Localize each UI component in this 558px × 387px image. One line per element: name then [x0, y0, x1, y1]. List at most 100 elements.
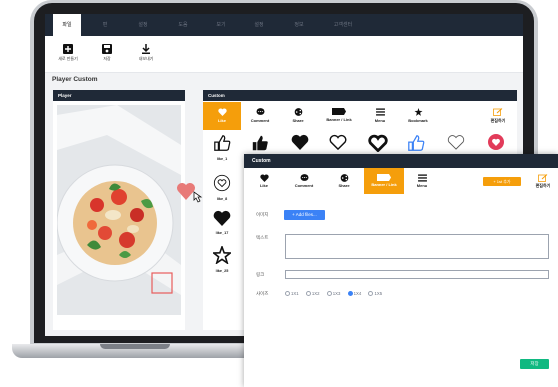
edit-label: 편집하기 — [490, 118, 506, 123]
tab-file[interactable]: 파일 — [53, 14, 81, 36]
player-header: Player — [53, 90, 185, 101]
icon-like-25-label: like_25 — [215, 269, 229, 273]
category-like-label: Like — [217, 118, 226, 123]
editor-banner-label: Banner / Link — [371, 182, 397, 187]
editor-edit-label: 편집하기 — [535, 183, 551, 188]
floppy-icon — [102, 44, 112, 54]
comment-icon — [300, 174, 308, 181]
edit-icon — [493, 108, 503, 116]
size-options: 1X1 1X2 1X3 1X4 1X5 — [285, 291, 388, 297]
image-label: 이미지 — [256, 212, 269, 217]
tab-5[interactable]: 보기 — [207, 14, 235, 36]
player-panel: Player — [53, 90, 185, 330]
link-label: 링크 — [256, 272, 265, 277]
heart-filled-icon — [291, 134, 309, 150]
laptop-notch — [100, 344, 170, 349]
size-option-1x3[interactable]: 1X3 — [326, 291, 340, 297]
link-input[interactable] — [285, 270, 549, 279]
tab-7[interactable]: 정보 — [285, 14, 313, 36]
size-label: 사이즈 — [256, 291, 269, 296]
editor-category-like[interactable]: Like — [246, 168, 282, 194]
menu-icon — [375, 108, 385, 116]
text-input[interactable] — [285, 234, 549, 259]
section-title: Player Custom — [52, 76, 98, 83]
heart-circle-icon — [488, 134, 504, 150]
dragged-heart-icon — [177, 183, 203, 203]
icon-like-17-label: like_17 — [215, 231, 229, 235]
banner-icon — [332, 108, 346, 115]
heart-outline-icon — [329, 134, 347, 151]
category-share[interactable]: Share — [279, 102, 317, 130]
star-icon — [414, 108, 422, 116]
heart-solid-icon — [213, 210, 231, 226]
size-option-1x1[interactable]: 1X1 — [285, 291, 299, 297]
comment-icon — [256, 108, 264, 115]
editor-category-share[interactable]: Share — [326, 168, 362, 194]
heart-ring-icon — [213, 174, 231, 192]
size-option-1x4[interactable]: 1X4 — [347, 291, 361, 297]
editor-comment-label: Comment — [294, 183, 314, 188]
editor-category-menu[interactable]: Menu — [404, 168, 440, 194]
category-menu[interactable]: Menu — [361, 102, 399, 130]
category-bookmark[interactable]: Bookmark — [399, 102, 437, 130]
category-bookmark-label: Bookmark — [408, 118, 428, 123]
category-like[interactable]: Like — [203, 102, 241, 130]
icon-like-8b[interactable]: like_8 — [205, 174, 239, 210]
text-label: 텍스트 — [256, 235, 269, 240]
size-option-1x2[interactable]: 1X2 — [305, 291, 320, 297]
tab-4[interactable]: 도움 — [169, 14, 197, 36]
save-button[interactable]: 저장 — [520, 359, 549, 369]
save-label: 저장 — [103, 56, 111, 61]
custom-header: Custom — [203, 90, 517, 101]
editor-menu-label: Menu — [416, 183, 428, 188]
editor-like-label: Like — [259, 183, 268, 188]
editor-edit-button[interactable]: 편집하기 — [528, 168, 558, 194]
category-share-label: Share — [292, 118, 304, 123]
icon-like-17[interactable]: like_17 — [205, 210, 239, 246]
banner-icon — [377, 174, 391, 181]
food-photo — [57, 105, 181, 315]
icon-like-8-label: like_8 — [216, 197, 228, 201]
heart-bold-outline-icon — [368, 134, 388, 153]
add-item-button[interactable]: + 1st 추가 — [483, 177, 521, 186]
editor-header: Custom — [244, 154, 558, 168]
menu-icon — [417, 174, 427, 182]
heart-icon — [259, 174, 269, 182]
tab-2[interactable]: 편 — [91, 14, 119, 36]
tab-8[interactable]: 고객센터 — [323, 14, 363, 36]
share-icon — [294, 108, 302, 116]
tab-3[interactable]: 설정 — [129, 14, 157, 36]
star-outline-icon — [211, 244, 233, 265]
icon-like-25[interactable]: like_25 — [205, 244, 239, 282]
download-icon — [142, 44, 150, 54]
category-banner-label: Banner / Link — [326, 117, 352, 122]
category-banner[interactable]: Banner / Link — [317, 102, 361, 130]
editor-category-banner[interactable]: Banner / Link — [364, 168, 404, 194]
category-menu-label: Menu — [374, 118, 386, 123]
size-option-1x5[interactable]: 1X5 — [368, 291, 382, 297]
plus-icon — [63, 44, 73, 54]
icon-like-1-label: like_1 — [216, 157, 228, 161]
editor-share-label: Share — [338, 183, 350, 188]
heart-icon — [217, 108, 227, 116]
category-comment-label: Comment — [250, 118, 270, 123]
heart-thin-icon — [447, 135, 465, 150]
category-comment[interactable]: Comment — [241, 102, 279, 130]
custom-editor-window: Custom Like Comment Share Banner / Link … — [244, 154, 558, 387]
new-label: 새로 만들기 — [58, 56, 78, 61]
thumbs-up-outline-icon — [214, 135, 231, 151]
export-button[interactable]: 내보내기 — [129, 42, 163, 68]
share-icon — [340, 174, 348, 182]
new-button[interactable]: 새로 만들기 — [51, 42, 85, 68]
edit-button[interactable]: 편집하기 — [479, 102, 517, 130]
salad-image — [57, 105, 181, 315]
editor-category-comment[interactable]: Comment — [286, 168, 322, 194]
thumbs-up-blue-icon — [408, 135, 425, 151]
tab-6[interactable]: 설정 — [245, 14, 273, 36]
edit-icon — [538, 174, 548, 182]
export-label: 내보내기 — [138, 56, 154, 61]
save-toolbar-button[interactable]: 저장 — [90, 42, 124, 68]
add-files-button[interactable]: + Add files... — [284, 210, 325, 220]
thumbs-up-filled-icon — [252, 135, 268, 151]
icon-like-1[interactable]: like_1 — [205, 134, 239, 170]
